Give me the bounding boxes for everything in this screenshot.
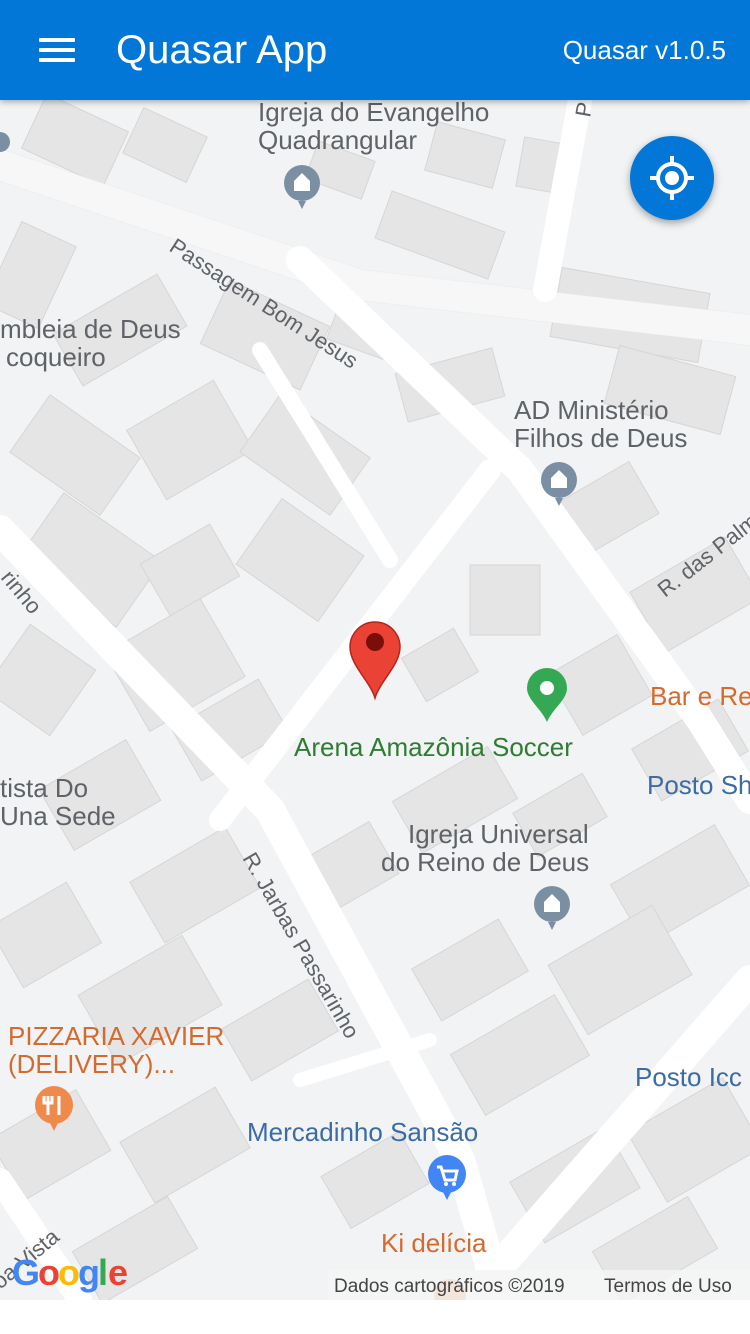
- place-label: Igreja do Evangelho: [258, 100, 489, 127]
- place-label: Mercadinho Sansão: [247, 1117, 478, 1147]
- place-label: Filhos de Deus: [514, 423, 687, 453]
- map-view[interactable]: Passagem Bom Jesus R. das Palm R. Jarbas…: [0, 100, 750, 1300]
- place-label: tista Do: [0, 773, 88, 803]
- locate-button[interactable]: [630, 136, 714, 220]
- place-label: do Reino de Deus: [381, 847, 589, 877]
- app-header: Quasar App Quasar v1.0.5: [0, 0, 750, 100]
- svg-text:e: e: [108, 1252, 128, 1293]
- svg-text:l: l: [98, 1252, 108, 1293]
- app-title: Quasar App: [116, 28, 328, 72]
- place-label: AD Ministério: [514, 395, 669, 425]
- terms-link[interactable]: Termos de Uso: [604, 1276, 732, 1297]
- svg-text:g: g: [78, 1252, 100, 1293]
- app-version: Quasar v1.0.5: [562, 35, 726, 65]
- place-label: Bar e Re: [650, 681, 750, 711]
- place-label: Ki delícia: [381, 1228, 487, 1258]
- place-label: Igreja Universal: [408, 819, 589, 849]
- google-logo: G o o g l e: [12, 1252, 128, 1293]
- place-label: mbleia de Deus: [0, 314, 181, 344]
- svg-text:G: G: [12, 1252, 40, 1293]
- map-attribution: Dados cartográficos ©2019: [334, 1276, 565, 1297]
- place-label: Quadrangular: [258, 125, 417, 155]
- place-label: Posto Sh: [647, 770, 750, 800]
- place-label: Una Sede: [0, 801, 116, 831]
- menu-button[interactable]: [30, 26, 84, 74]
- bottom-bar: [0, 1300, 750, 1334]
- svg-text:o: o: [58, 1252, 80, 1293]
- place-label: coqueiro: [6, 342, 106, 372]
- svg-text:o: o: [38, 1252, 60, 1293]
- menu-icon-bar: [39, 48, 75, 52]
- place-label: Arena Amazônia Soccer: [294, 732, 573, 762]
- menu-icon: [39, 38, 75, 42]
- place-label: PIZZARIA XAVIER: [8, 1021, 224, 1051]
- my-location-icon: [650, 156, 694, 200]
- place-label: Posto Icc: [635, 1062, 742, 1092]
- menu-icon-bar: [39, 58, 75, 62]
- place-label: (DELIVERY)...: [8, 1049, 175, 1079]
